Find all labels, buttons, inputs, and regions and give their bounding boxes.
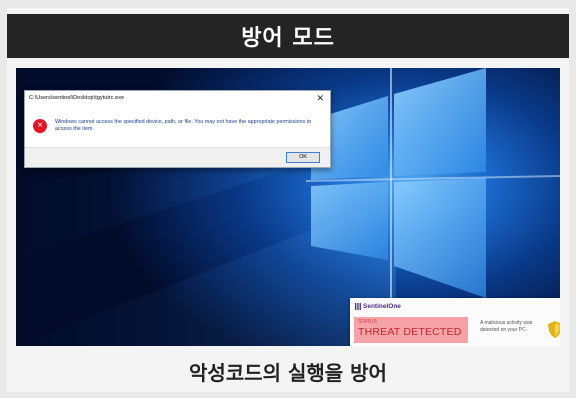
close-icon[interactable]: ✕ [316, 93, 324, 104]
sentinelone-mark-icon [355, 303, 361, 310]
status-label: STATUS [358, 319, 377, 325]
dialog-message: Windows cannot access the specified devi… [55, 119, 312, 132]
notification-message: A malicious activity was detected on you… [480, 320, 533, 333]
status-value: THREAT DETECTED [358, 326, 462, 338]
error-dialog: C:\Users\sentinel\Desktop\tgytutrc.exe ✕… [24, 90, 331, 168]
shield-icon [548, 321, 560, 338]
sentinelone-logo: SentinelOne [355, 303, 401, 310]
dialog-footer: OK [25, 147, 330, 167]
status-badge: STATUS THREAT DETECTED [354, 317, 468, 343]
page-title: 방어 모드 [7, 14, 569, 58]
brand-name: SentinelOne [363, 303, 401, 310]
caption: 악성코드의 실행을 방어 [189, 360, 387, 385]
threat-notification[interactable]: SentinelOne ✕ STATUS THREAT DETECTED A m… [350, 298, 560, 346]
ok-button[interactable]: OK [286, 152, 320, 163]
error-icon: × [33, 119, 47, 133]
windows-desktop: C:\Users\sentinel\Desktop\tgytutrc.exe ✕… [16, 68, 560, 346]
dialog-title: C:\Users\sentinel\Desktop\tgytutrc.exe [29, 95, 125, 101]
